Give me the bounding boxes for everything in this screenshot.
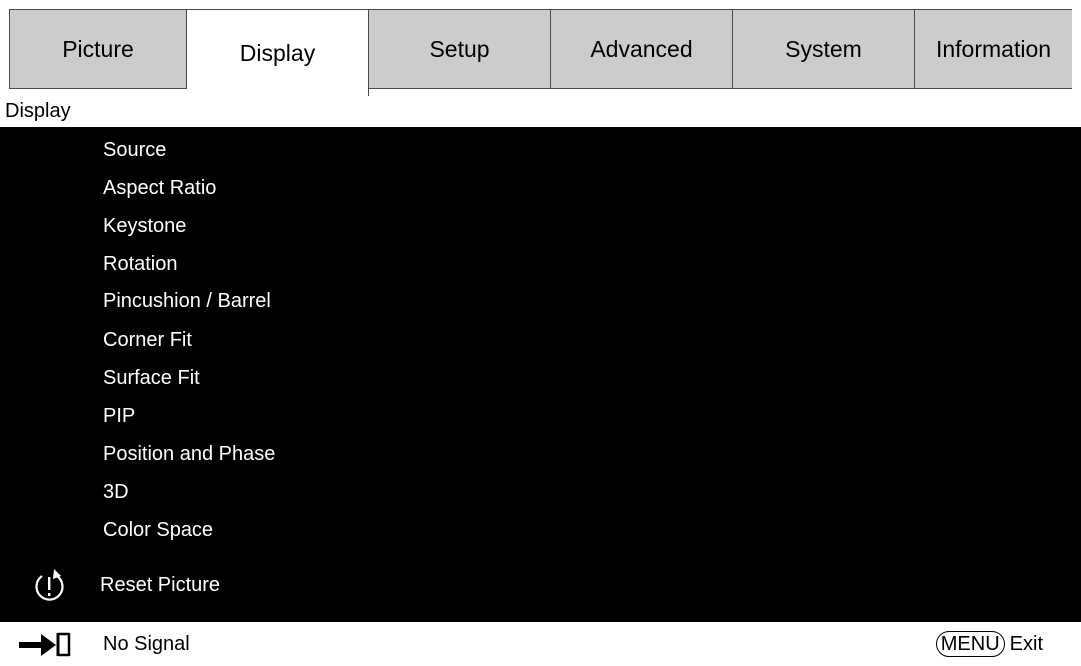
tab-label: Display — [239, 39, 316, 66]
menu-item-keystone[interactable]: Keystone — [103, 211, 186, 241]
reset-icon — [35, 569, 64, 601]
section-header: Display — [0, 96, 1081, 127]
status-bar: No Signal MENU Exit — [0, 622, 1081, 664]
menu-item-surface-fit[interactable]: Surface Fit — [103, 363, 200, 393]
menu-item-rotation[interactable]: Rotation — [103, 249, 178, 279]
menu-item-source[interactable]: Source — [103, 135, 166, 165]
tab-bar: Picture Display Setup Advanced System In… — [9, 9, 1072, 97]
menu-item-corner-fit[interactable]: Corner Fit — [103, 325, 192, 355]
menu-item-position-and-phase[interactable]: Position and Phase — [103, 439, 275, 469]
input-source-icon — [19, 632, 71, 657]
menu-item-pip[interactable]: PIP — [103, 401, 135, 431]
tab-picture[interactable]: Picture — [9, 9, 187, 89]
reset-picture-label: Reset Picture — [100, 574, 221, 596]
menu-exit-button[interactable]: MENU Exit — [935, 631, 1043, 657]
menu-item-pincushion-barrel[interactable]: Pincushion / Barrel — [103, 286, 271, 316]
projector-osd-menu: Picture Display Setup Advanced System In… — [0, 0, 1081, 664]
tab-setup[interactable]: Setup — [369, 9, 551, 89]
tab-label: System — [785, 35, 862, 62]
menu-item-color-space[interactable]: Color Space — [103, 515, 213, 545]
tab-system[interactable]: System — [733, 9, 915, 89]
exit-label: Exit — [1009, 632, 1043, 655]
reset-picture-row[interactable]: Reset Picture — [0, 566, 600, 604]
tab-information[interactable]: Information — [915, 9, 1072, 89]
tab-label: Information — [935, 35, 1052, 62]
menu-item-3d[interactable]: 3D — [103, 477, 129, 507]
menu-list: Source Aspect Ratio Keystone Rotation Pi… — [0, 127, 1081, 622]
tab-advanced[interactable]: Advanced — [551, 9, 733, 89]
menu-key-icon: MENU — [935, 631, 1005, 657]
tab-label: Advanced — [590, 35, 693, 62]
menu-item-aspect-ratio[interactable]: Aspect Ratio — [103, 173, 216, 203]
tab-label: Setup — [429, 35, 490, 62]
tab-label: Picture — [62, 35, 134, 62]
tab-display[interactable]: Display — [187, 9, 369, 97]
signal-status: No Signal — [103, 633, 190, 655]
